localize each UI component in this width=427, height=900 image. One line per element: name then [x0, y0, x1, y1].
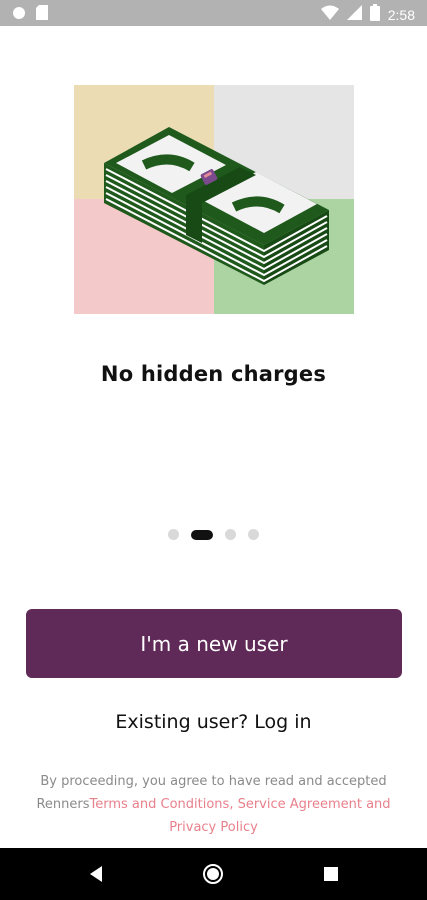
terms-link[interactable]: Terms and Conditions, Service Agreement … — [90, 797, 391, 835]
page-dot-active[interactable] — [191, 529, 213, 540]
login-link[interactable]: Existing user? Log in — [0, 711, 427, 733]
navigation-bar — [0, 848, 427, 900]
terms-notice: By proceeding, you agree to have read an… — [30, 770, 397, 839]
slide-title: No hidden charges — [100, 362, 327, 386]
page-indicator — [0, 529, 427, 540]
sd-card-icon — [36, 5, 48, 25]
signal-icon — [346, 5, 362, 25]
status-time: 2:58 — [387, 7, 415, 23]
circle-icon — [12, 6, 26, 25]
back-icon[interactable] — [88, 865, 104, 888]
status-bar: 2:58 — [0, 0, 427, 26]
cash-illustration — [74, 85, 354, 314]
new-user-button[interactable]: I'm a new user — [26, 609, 402, 678]
recents-icon[interactable] — [324, 867, 338, 886]
page-dot[interactable] — [225, 529, 236, 540]
page-dot[interactable] — [248, 529, 259, 540]
page-dot[interactable] — [168, 529, 179, 540]
home-icon[interactable] — [203, 864, 223, 889]
battery-icon — [369, 4, 380, 26]
wifi-icon — [320, 5, 339, 25]
